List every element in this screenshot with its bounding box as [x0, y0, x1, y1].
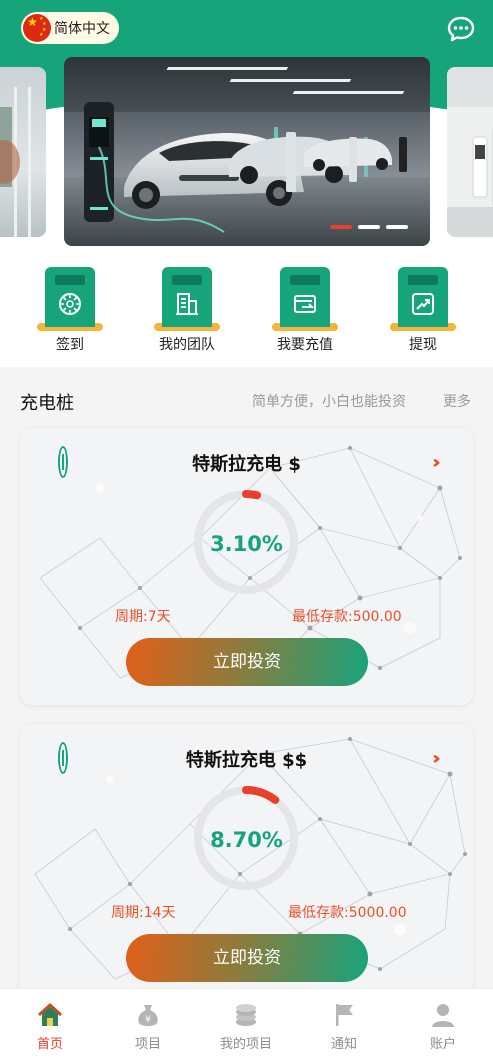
- min-deposit-label: 最低存款:500.00: [292, 609, 402, 625]
- product-card[interactable]: 特斯拉充电 $ ›› 3.10% 周期:7天 最低存款:500.00 立即投资: [20, 428, 473, 705]
- app-page: ★ ★ ★ ★ ★ 简体中文 签到 我的团队 我要充值 提现 充电桩 简单方便，…: [0, 0, 493, 1064]
- nav-label: 首页: [36, 1037, 63, 1052]
- nav-item-account[interactable]: 账户: [408, 1001, 478, 1052]
- return-rate: 8.70%: [210, 828, 283, 852]
- min-deposit-label: 最低存款:5000.00: [288, 905, 407, 921]
- my-team-action[interactable]: 我的团队: [147, 267, 227, 354]
- action-label: 提现: [409, 337, 437, 353]
- china-flag-icon: ★ ★ ★ ★ ★: [23, 14, 51, 42]
- chat-bubble-icon[interactable]: [447, 15, 475, 43]
- banner-dot[interactable]: [330, 225, 352, 229]
- nav-item-projects[interactable]: ¥ 项目: [113, 1001, 183, 1052]
- nav-item-notifications[interactable]: 通知: [309, 1001, 379, 1052]
- banner-dot[interactable]: [386, 225, 408, 229]
- banner-dot[interactable]: [358, 225, 380, 229]
- banner-slide-next[interactable]: [447, 67, 493, 237]
- action-label: 我的团队: [159, 337, 215, 353]
- flag-icon: [336, 1004, 353, 1026]
- invest-now-button[interactable]: 立即投资: [126, 638, 368, 686]
- banner-pagination: [330, 225, 408, 229]
- quick-actions: 签到 我的团队 我要充值 提现: [0, 262, 493, 367]
- language-label: 简体中文: [54, 21, 110, 37]
- building-icon: [162, 267, 212, 327]
- money-bag-icon: ¥: [138, 1005, 158, 1026]
- nav-label: 通知: [330, 1037, 357, 1052]
- bottom-nav: 首页 ¥ 项目 我的项目 通知 账户: [0, 988, 493, 1064]
- action-label: 我要充值: [277, 337, 333, 353]
- wallet-icon: [280, 267, 330, 327]
- speedometer-icon: [45, 267, 95, 327]
- chart-up-icon: [398, 267, 448, 327]
- banner-slide-prev[interactable]: [0, 67, 46, 237]
- double-chevron-right-icon[interactable]: ››: [432, 748, 441, 769]
- withdraw-action[interactable]: 提现: [383, 267, 463, 354]
- return-rate: 3.10%: [210, 532, 283, 556]
- home-icon: [37, 1003, 63, 1026]
- nav-label: 项目: [134, 1037, 161, 1052]
- section-title: 充电桩: [20, 393, 74, 414]
- more-link[interactable]: 更多: [443, 391, 471, 411]
- section-subtitle: 简单方便，小白也能投资: [252, 394, 406, 410]
- banner-main-slide[interactable]: [64, 57, 430, 246]
- product-title: 特斯拉充电 $$: [185, 750, 308, 771]
- action-label: 签到: [56, 337, 84, 353]
- period-label: 周期:7天: [115, 609, 171, 625]
- nav-item-my-projects[interactable]: 我的项目: [211, 1001, 281, 1052]
- product-card[interactable]: 特斯拉充电 $$ ›› 8.70% 周期:14天 最低存款:5000.00 立即…: [20, 724, 473, 1001]
- user-icon: [432, 1004, 454, 1027]
- product-title: 特斯拉充电 $: [192, 454, 301, 475]
- recharge-action[interactable]: 我要充值: [265, 267, 345, 354]
- period-label: 周期:14天: [111, 905, 176, 921]
- invest-now-button[interactable]: 立即投资: [126, 934, 368, 982]
- nav-item-home[interactable]: 首页: [15, 1001, 85, 1052]
- coin-stack-icon: [236, 1004, 256, 1026]
- language-selector[interactable]: ★ ★ ★ ★ ★ 简体中文: [21, 12, 119, 44]
- nav-label: 我的项目: [219, 1037, 272, 1052]
- double-chevron-right-icon[interactable]: ››: [432, 452, 441, 473]
- nav-label: 账户: [429, 1037, 456, 1052]
- svg-text:¥: ¥: [145, 1015, 151, 1025]
- sign-in-action[interactable]: 签到: [30, 267, 110, 354]
